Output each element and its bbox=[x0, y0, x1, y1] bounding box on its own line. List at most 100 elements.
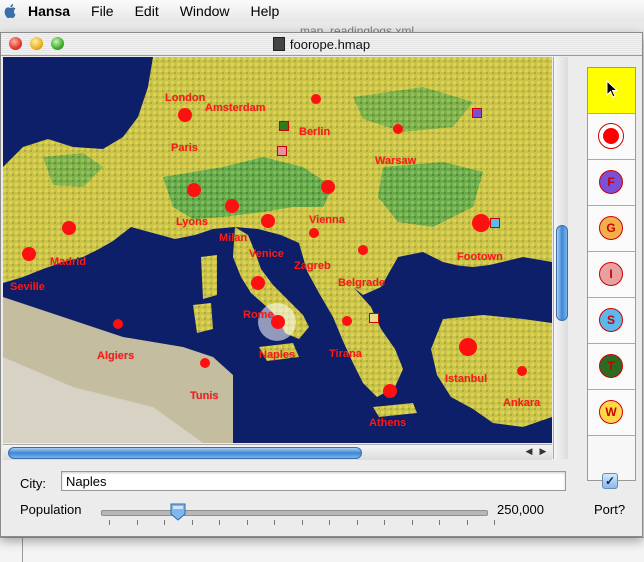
slider-tick bbox=[494, 520, 495, 525]
city-label: Belgrade bbox=[338, 277, 386, 289]
feature-square[interactable] bbox=[277, 146, 287, 156]
horizontal-scroll-thumb[interactable] bbox=[8, 447, 362, 459]
city-label: Rome bbox=[243, 309, 274, 321]
city-label: Madrid bbox=[50, 256, 87, 268]
city-marker[interactable] bbox=[309, 228, 319, 238]
city-label: Amsterdam bbox=[205, 102, 266, 114]
tool-t[interactable]: T bbox=[588, 344, 635, 390]
slider-tick bbox=[137, 520, 138, 525]
slider-tick bbox=[302, 520, 303, 525]
badge-t-icon: T bbox=[599, 354, 623, 378]
map-window: foorope.hmap London Amsterdam Paris Berl… bbox=[0, 32, 643, 537]
city-marker-icon bbox=[598, 123, 624, 149]
city-label: Paris bbox=[171, 142, 198, 154]
scroll-left-arrow-icon[interactable]: ◀ bbox=[523, 446, 535, 457]
city-marker[interactable] bbox=[358, 245, 368, 255]
feature-square[interactable] bbox=[490, 218, 500, 228]
slider-tick bbox=[164, 520, 165, 525]
city-marker[interactable] bbox=[62, 221, 76, 235]
tool-city[interactable] bbox=[588, 114, 635, 160]
slider-tick bbox=[329, 520, 330, 525]
window-title-text: foorope.hmap bbox=[289, 37, 371, 52]
scroll-right-arrow-icon[interactable]: ▶ bbox=[537, 446, 549, 457]
city-marker[interactable] bbox=[311, 94, 321, 104]
badge-g-icon: G bbox=[599, 216, 623, 240]
population-slider-ticks bbox=[101, 520, 495, 526]
badge-i-icon: I bbox=[599, 262, 623, 286]
city-marker[interactable] bbox=[383, 384, 397, 398]
city-label: Seville bbox=[10, 281, 45, 293]
slider-tick bbox=[192, 520, 193, 525]
document-icon bbox=[272, 37, 285, 51]
feature-square[interactable] bbox=[472, 108, 482, 118]
tool-pointer[interactable] bbox=[588, 68, 635, 114]
port-checkbox[interactable]: ✓ bbox=[602, 473, 618, 489]
slider-tick bbox=[467, 520, 468, 525]
city-marker[interactable] bbox=[22, 247, 36, 261]
city-name-input[interactable]: Naples bbox=[61, 471, 566, 491]
menu-file[interactable]: File bbox=[91, 3, 114, 19]
map-view[interactable]: London Amsterdam Paris Berlin Warsaw Lyo… bbox=[3, 57, 552, 443]
city-marker[interactable] bbox=[459, 338, 477, 356]
port-label: Port? bbox=[594, 502, 626, 517]
city-label: Zagreb bbox=[294, 260, 331, 272]
city-label: Algiers bbox=[97, 350, 135, 362]
slider-tick bbox=[109, 520, 110, 525]
background-window-bottom bbox=[0, 537, 644, 562]
city-label: Tirana bbox=[329, 348, 362, 360]
city-label: Venice bbox=[249, 248, 284, 260]
feature-square[interactable] bbox=[369, 313, 379, 323]
city-marker[interactable] bbox=[200, 358, 210, 368]
slider-tick bbox=[384, 520, 385, 525]
population-slider-thumb[interactable] bbox=[170, 503, 186, 521]
slider-tick bbox=[357, 520, 358, 525]
tool-w[interactable]: W bbox=[588, 390, 635, 436]
city-label: Istanbul bbox=[445, 373, 488, 385]
horizontal-scrollbar[interactable]: ◀ ▶ bbox=[3, 444, 552, 460]
slider-tick bbox=[274, 520, 275, 525]
vertical-scroll-thumb[interactable] bbox=[556, 225, 568, 321]
tool-i[interactable]: I bbox=[588, 252, 635, 298]
city-label: London bbox=[165, 92, 206, 104]
tool-g[interactable]: G bbox=[588, 206, 635, 252]
city-label: Footown bbox=[457, 251, 503, 263]
city-marker[interactable] bbox=[342, 316, 352, 326]
city-marker[interactable] bbox=[321, 180, 335, 194]
city-marker[interactable] bbox=[393, 124, 403, 134]
menu-bar: Hansa File Edit Window Help bbox=[0, 0, 644, 23]
apple-icon[interactable] bbox=[4, 3, 18, 19]
slider-tick bbox=[219, 520, 220, 525]
badge-w-icon: W bbox=[599, 400, 623, 424]
slider-tick bbox=[439, 520, 440, 525]
slider-tick bbox=[412, 520, 413, 525]
population-label: Population bbox=[20, 502, 82, 517]
city-field-label: City: bbox=[20, 476, 46, 491]
city-marker[interactable] bbox=[187, 183, 201, 197]
city-marker[interactable] bbox=[251, 276, 265, 290]
menu-window[interactable]: Window bbox=[180, 3, 230, 19]
city-marker[interactable] bbox=[517, 366, 527, 376]
city-marker[interactable] bbox=[178, 108, 192, 122]
badge-s-icon: S bbox=[599, 308, 623, 332]
city-label: Vienna bbox=[309, 214, 345, 226]
city-marker[interactable] bbox=[225, 199, 239, 213]
city-marker[interactable] bbox=[261, 214, 275, 228]
city-label: Athens bbox=[369, 417, 407, 429]
population-slider-track[interactable] bbox=[101, 510, 488, 516]
feature-square[interactable] bbox=[279, 121, 289, 131]
menu-app-name[interactable]: Hansa bbox=[28, 3, 70, 19]
tool-f[interactable]: F bbox=[588, 160, 635, 206]
city-marker[interactable] bbox=[472, 214, 490, 232]
menu-edit[interactable]: Edit bbox=[135, 3, 159, 19]
tool-s[interactable]: S bbox=[588, 298, 635, 344]
city-label: Warsaw bbox=[375, 155, 417, 167]
badge-f-icon: F bbox=[599, 170, 623, 194]
window-title: foorope.hmap bbox=[1, 37, 642, 52]
tool-palette: F G I S T W bbox=[587, 67, 636, 481]
menu-help[interactable]: Help bbox=[251, 3, 280, 19]
population-value: 250,000 bbox=[497, 502, 544, 517]
city-label: Berlin bbox=[299, 126, 331, 138]
city-marker[interactable] bbox=[113, 319, 123, 329]
window-titlebar[interactable]: foorope.hmap bbox=[1, 33, 642, 56]
vertical-scrollbar[interactable] bbox=[553, 57, 568, 459]
